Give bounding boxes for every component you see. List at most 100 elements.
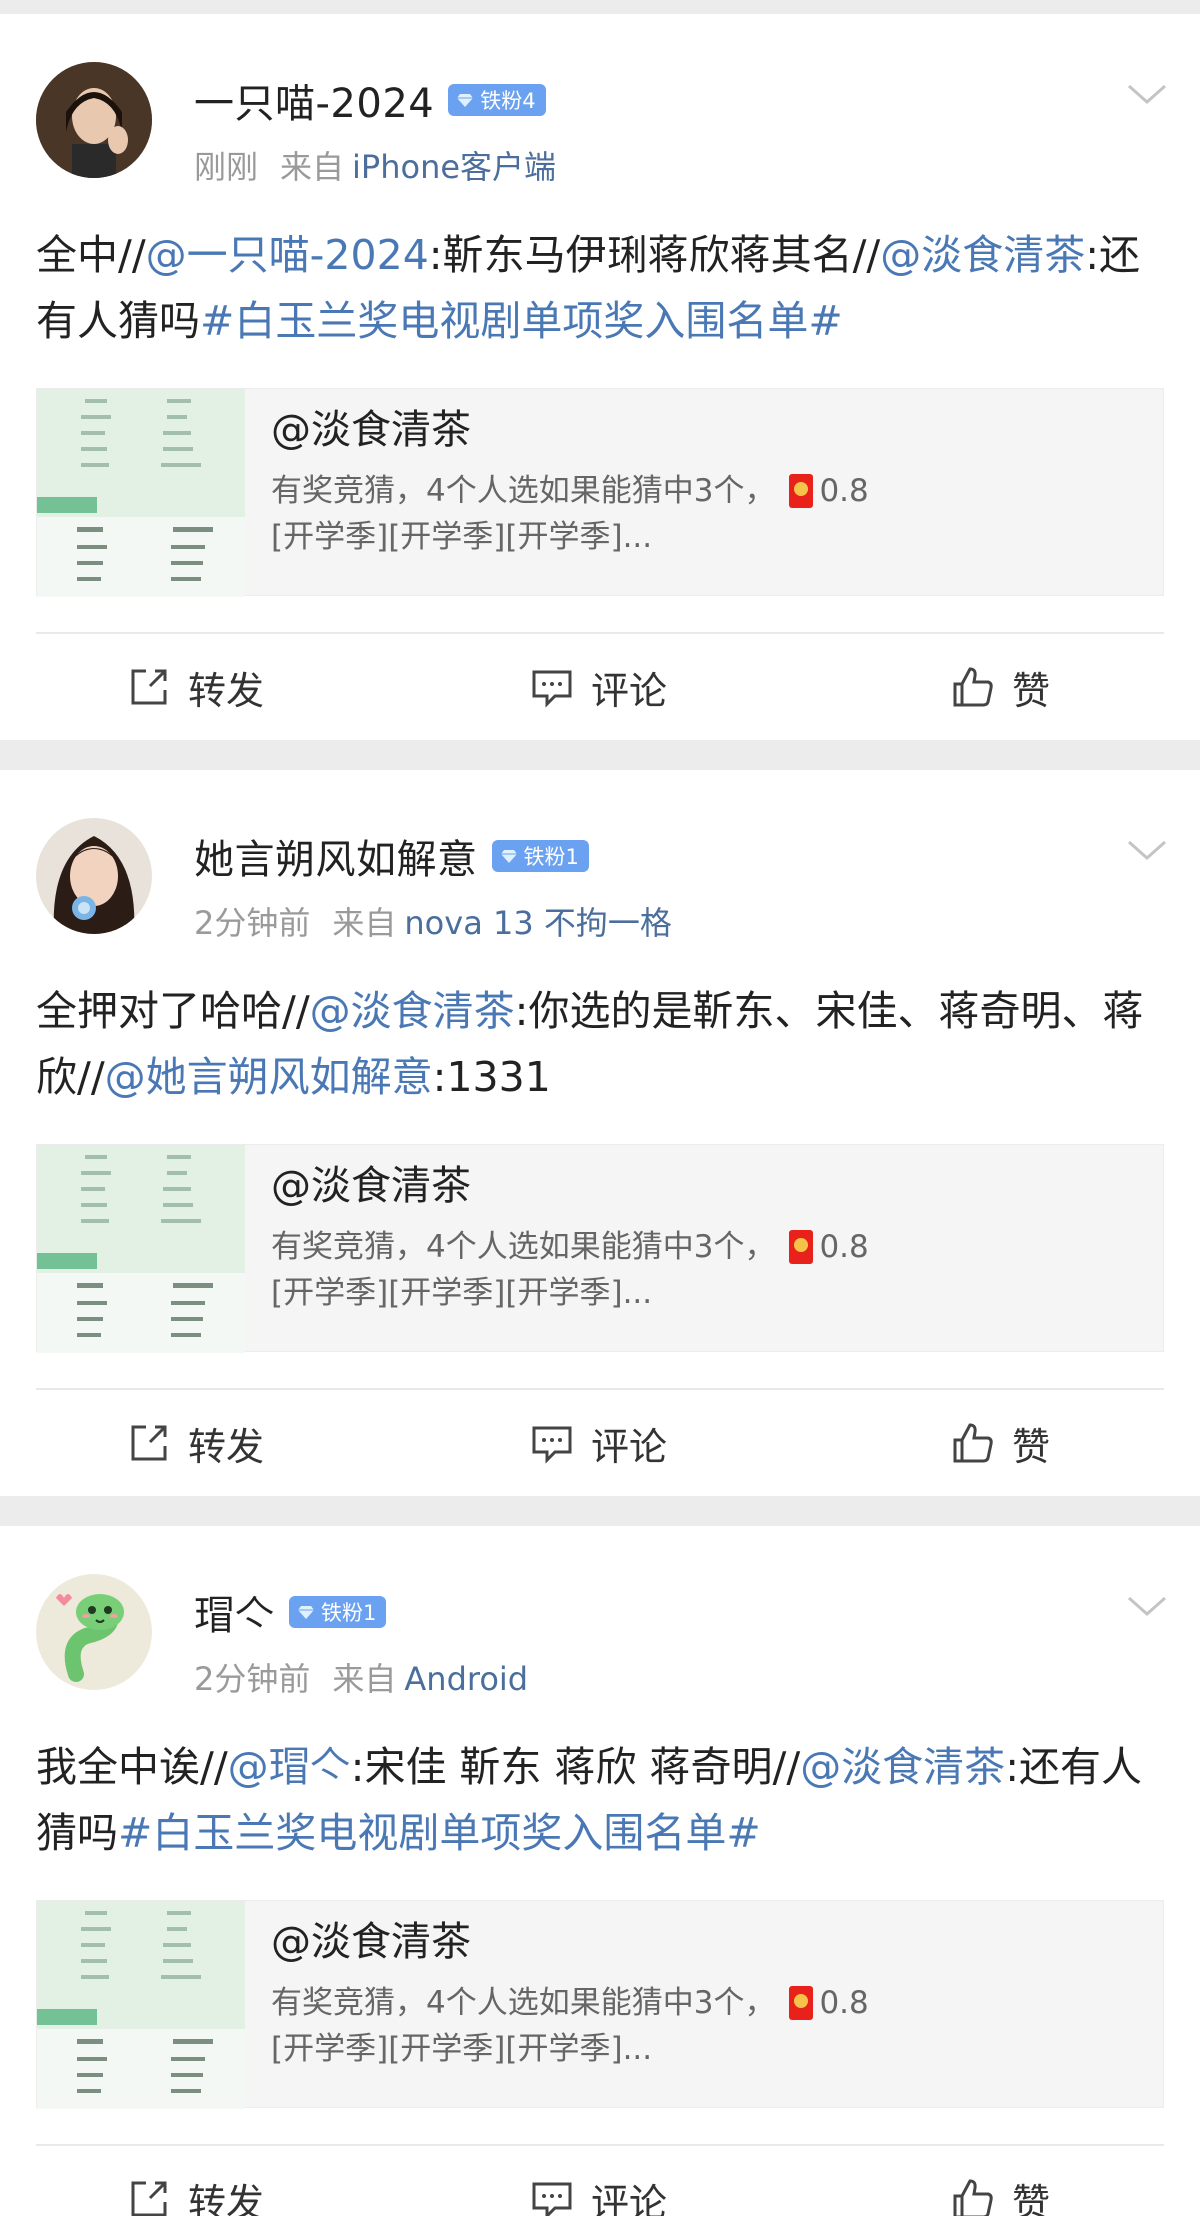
comment-icon xyxy=(532,2182,572,2216)
thumbs-up-icon xyxy=(953,667,993,707)
post-source[interactable]: nova 13 不拘一格 xyxy=(404,904,671,942)
comment-label: 评论 xyxy=(590,2180,667,2216)
forward-label: 转发 xyxy=(188,668,265,713)
mention-link[interactable]: @她言朔风如解意 xyxy=(105,1053,433,1101)
avatar[interactable] xyxy=(36,818,152,934)
quoted-amount: 0.8 xyxy=(819,1229,869,1265)
username[interactable]: 她言朔风如解意 xyxy=(194,827,478,885)
like-label: 赞 xyxy=(1011,1424,1050,1469)
username[interactable]: 一只喵-2024 xyxy=(194,71,434,129)
chevron-down-icon[interactable] xyxy=(1126,82,1168,108)
mention-link[interactable]: @淡食清茶 xyxy=(310,987,515,1035)
quoted-amount: 0.8 xyxy=(819,473,869,509)
comment-icon xyxy=(532,670,572,708)
diamond-icon xyxy=(457,94,474,107)
name-row: 一只喵-2024 铁粉4 xyxy=(194,76,546,127)
like-button[interactable]: 赞 xyxy=(749,2146,1200,2216)
post-header: 瑁亽 铁粉1 2分钟前 来自 Android xyxy=(36,1574,1200,1704)
comment-label: 评论 xyxy=(590,668,667,713)
post-header: 一只喵-2024 铁粉4 刚刚 来自 iPhone客户端 xyxy=(36,62,1200,192)
name-row: 她言朔风如解意 铁粉1 xyxy=(194,832,589,883)
body-text: :宋佳 靳东 蒋欣 蒋奇明// xyxy=(350,1743,801,1791)
post-header: 她言朔风如解意 铁粉1 2分钟前 来自 nova 13 不拘一格 xyxy=(36,818,1200,948)
body-text: :1331 xyxy=(432,1053,551,1101)
quoted-tags: [开学季][开学季][开学季]... xyxy=(271,519,653,555)
hashtag-link[interactable]: #白玉兰奖电视剧单项奖入围名单# xyxy=(118,1809,761,1857)
quoted-post[interactable]: @淡食清茶 有奖竞猜，4个人选如果能猜中3个， 0.8 [开学季][开学季][开学… xyxy=(36,388,1164,597)
mention-link[interactable]: @一只喵-2024 xyxy=(146,231,429,279)
like-label: 赞 xyxy=(1011,668,1050,713)
like-button[interactable]: 赞 xyxy=(749,634,1200,740)
action-bar: 转发 评论 赞 xyxy=(0,634,1200,740)
body-text: 全中// xyxy=(36,231,146,279)
chevron-down-icon[interactable] xyxy=(1126,1594,1168,1620)
fan-badge[interactable]: 铁粉1 xyxy=(289,1596,387,1628)
forward-button[interactable]: 转发 xyxy=(0,634,427,740)
mention-link[interactable]: @淡食清茶 xyxy=(880,231,1085,279)
forward-button[interactable]: 转发 xyxy=(0,1390,427,1496)
thumbs-up-icon xyxy=(953,2179,993,2216)
source-label: 来自 xyxy=(332,904,397,942)
quoted-tags: [开学季][开学季][开学季]... xyxy=(271,2031,653,2067)
mention-link[interactable]: @淡食清茶 xyxy=(800,1743,1005,1791)
card-gap xyxy=(0,740,1200,770)
comment-button[interactable]: 评论 xyxy=(427,2146,748,2216)
quoted-desc: 有奖竞猜，4个人选如果能猜中3个， 0.8 xyxy=(271,1221,1163,1273)
avatar[interactable] xyxy=(36,62,152,178)
forward-label: 转发 xyxy=(188,2180,265,2216)
comment-label: 评论 xyxy=(590,1424,667,1469)
quoted-text: @淡食清茶 有奖竞猜，4个人选如果能猜中3个， 0.8 [开学季][开学季][开学… xyxy=(245,389,1163,595)
mention-link[interactable]: @瑁亽 xyxy=(228,1743,351,1791)
post-card: 一只喵-2024 铁粉4 刚刚 来自 iPhone客户端 全中//@一只喵-2024… xyxy=(0,14,1200,740)
like-label: 赞 xyxy=(1011,2180,1050,2216)
post-body: 全中//@一只喵-2024:靳东马伊琍蒋欣蒋其名//@淡食清茶:还有人猜吗#白玉… xyxy=(36,222,1160,354)
post-source[interactable]: Android xyxy=(404,1660,528,1698)
quoted-desc-text: 有奖竞猜，4个人选如果能猜中3个， xyxy=(271,1985,776,2021)
share-icon xyxy=(131,2181,167,2216)
share-icon xyxy=(131,669,167,705)
forward-label: 转发 xyxy=(188,1424,265,1469)
comment-button[interactable]: 评论 xyxy=(427,634,748,740)
post-meta: 刚刚 来自 iPhone客户端 xyxy=(194,142,556,188)
quoted-desc-text: 有奖竞猜，4个人选如果能猜中3个， xyxy=(271,473,776,509)
comment-feed: 一只喵-2024 铁粉4 刚刚 来自 iPhone客户端 全中//@一只喵-2024… xyxy=(0,14,1200,2216)
red-packet-icon xyxy=(789,1986,814,2020)
quoted-post[interactable]: @淡食清茶 有奖竞猜，4个人选如果能猜中3个， 0.8 [开学季][开学季][开学… xyxy=(36,1144,1164,1353)
chevron-down-icon[interactable] xyxy=(1126,838,1168,864)
top-strip xyxy=(0,0,1200,14)
forward-button[interactable]: 转发 xyxy=(0,2146,427,2216)
post-body: 我全中诶//@瑁亽:宋佳 靳东 蒋欣 蒋奇明//@淡食清茶:还有人猜吗#白玉兰奖… xyxy=(36,1734,1160,1866)
comment-icon xyxy=(532,1426,572,1464)
quoted-amount: 0.8 xyxy=(819,1985,869,2021)
share-icon xyxy=(131,1425,167,1461)
post-source[interactable]: iPhone客户端 xyxy=(352,148,556,186)
comment-button[interactable]: 评论 xyxy=(427,1390,748,1496)
quoted-post[interactable]: @淡食清茶 有奖竞猜，4个人选如果能猜中3个， 0.8 [开学季][开学季][开学… xyxy=(36,1900,1164,2109)
post-meta: 2分钟前 来自 Android xyxy=(194,1654,528,1700)
like-button[interactable]: 赞 xyxy=(749,1390,1200,1496)
quoted-tags: [开学季][开学季][开学季]... xyxy=(271,1275,653,1311)
quoted-text: @淡食清茶 有奖竞猜，4个人选如果能猜中3个， 0.8 [开学季][开学季][开学… xyxy=(245,1901,1163,2107)
post-card: 瑁亽 铁粉1 2分钟前 来自 Android 我全中诶//@瑁亽:宋佳 靳东 蒋欣 … xyxy=(0,1526,1200,2216)
body-text: :靳东马伊琍蒋欣蒋其名// xyxy=(428,231,881,279)
quoted-author: @淡食清茶 xyxy=(271,1919,471,1965)
quoted-thumbnail xyxy=(37,1145,245,1353)
quoted-desc-text: 有奖竞猜，4个人选如果能猜中3个， xyxy=(271,1229,776,1265)
body-text: 我全中诶// xyxy=(36,1743,228,1791)
quoted-author: @淡食清茶 xyxy=(271,407,471,453)
red-packet-icon xyxy=(789,1230,814,1264)
fan-badge[interactable]: 铁粉1 xyxy=(491,840,589,872)
badge-label: 铁粉1 xyxy=(523,845,579,869)
diamond-icon xyxy=(298,1606,314,1619)
quoted-thumbnail xyxy=(37,1901,245,2109)
quoted-desc: 有奖竞猜，4个人选如果能猜中3个， 0.8 xyxy=(271,465,1163,517)
hashtag-link[interactable]: #白玉兰奖电视剧单项奖入围名单# xyxy=(200,297,843,345)
name-row: 瑁亽 铁粉1 xyxy=(194,1588,387,1639)
source-label: 来自 xyxy=(332,1660,397,1698)
post-time: 2分钟前 xyxy=(194,1660,311,1698)
username[interactable]: 瑁亽 xyxy=(194,1583,275,1641)
fan-badge[interactable]: 铁粉4 xyxy=(448,84,546,116)
avatar[interactable] xyxy=(36,1574,152,1690)
badge-label: 铁粉1 xyxy=(321,1601,377,1625)
red-packet-icon xyxy=(789,474,814,508)
